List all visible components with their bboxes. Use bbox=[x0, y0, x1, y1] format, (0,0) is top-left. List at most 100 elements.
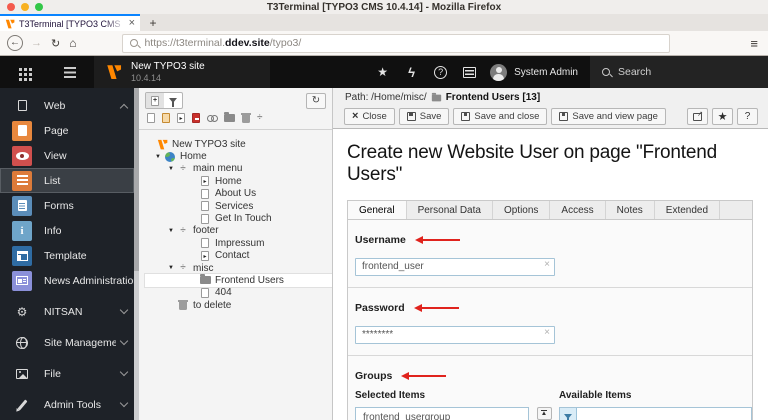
tab-extended[interactable]: Extended bbox=[655, 201, 721, 219]
typo3-favicon-icon bbox=[5, 19, 15, 28]
tree-node-404[interactable]: ▼ 404 bbox=[145, 287, 332, 299]
caret-icon[interactable]: ▼ bbox=[155, 154, 164, 160]
bookmarks-button[interactable]: ★ bbox=[368, 56, 397, 88]
refresh-tree-button[interactable]: ↻ bbox=[306, 92, 326, 109]
browser-toolbar: ← → ↻ ⌂ https://t3terminal.ddev.site/typ… bbox=[0, 31, 768, 56]
view-module-icon bbox=[12, 145, 32, 166]
tree-node-about-us[interactable]: ▼ About Us bbox=[145, 188, 332, 200]
close-button[interactable]: × Close bbox=[344, 108, 395, 125]
sidebar-section-file[interactable]: File bbox=[0, 361, 134, 386]
sidebar-item-page[interactable]: Page bbox=[0, 118, 134, 143]
tree-node-footer[interactable]: ▼ ÷ footer bbox=[145, 225, 332, 237]
tab-options[interactable]: Options bbox=[493, 201, 551, 219]
hamburger-menu-icon[interactable]: ≡ bbox=[750, 36, 761, 51]
caret-icon[interactable]: ▼ bbox=[168, 228, 177, 234]
tree-node-root[interactable]: ▼ New TYPO3 site bbox=[145, 138, 332, 150]
browser-window: T3Terminal [TYPO3 CMS 10.4.14] - Mozilla… bbox=[0, 0, 768, 420]
docheader: Path: /Home/misc/ Frontend Users [13] × … bbox=[333, 88, 768, 129]
tree-node-home-page[interactable]: ▼ Home bbox=[145, 175, 332, 187]
browser-tab[interactable]: T3Terminal [TYPO3 CMS × bbox=[0, 14, 140, 31]
tree-node-get-in-touch[interactable]: ▼ Get In Touch bbox=[145, 212, 332, 224]
list-icon bbox=[64, 66, 76, 78]
home-button[interactable]: ⌂ bbox=[69, 36, 76, 50]
tree-node-to-delete[interactable]: ▼ to delete bbox=[145, 299, 332, 311]
tab-general[interactable]: General bbox=[348, 201, 407, 219]
url-text: https://t3terminal.ddev.site/typo3/ bbox=[144, 37, 302, 49]
sidebar-section-web[interactable]: Web bbox=[0, 93, 134, 118]
clear-cache-button[interactable]: ϟ bbox=[397, 56, 426, 88]
new-tab-button[interactable]: + bbox=[140, 14, 166, 31]
sidebar-section-admin-tools[interactable]: Admin Tools bbox=[0, 392, 134, 417]
sidebar-section-nitsan[interactable]: ⚙ NITSAN bbox=[0, 299, 134, 324]
new-page-button[interactable] bbox=[146, 93, 164, 108]
drag-trash-icon[interactable] bbox=[241, 113, 251, 123]
back-button[interactable]: ← bbox=[7, 35, 23, 51]
sidebar-item-view[interactable]: View bbox=[0, 143, 134, 168]
typo3-logo-block[interactable]: New TYPO3 site 10.4.14 bbox=[94, 56, 270, 88]
tree-node-main-menu[interactable]: ▼ ÷ main menu bbox=[145, 163, 332, 175]
save-and-view-button[interactable]: Save and view page bbox=[551, 108, 666, 125]
tree-node-contact[interactable]: ▼ Contact bbox=[145, 250, 332, 262]
caret-icon[interactable]: ▼ bbox=[168, 265, 177, 271]
username-input[interactable] bbox=[355, 257, 555, 276]
tab-access[interactable]: Access bbox=[550, 201, 606, 219]
filter-input[interactable] bbox=[577, 408, 751, 420]
forward-button[interactable]: → bbox=[31, 37, 42, 49]
sidebar-item-template[interactable]: Template bbox=[0, 243, 134, 268]
url-bar[interactable]: https://t3terminal.ddev.site/typo3/ bbox=[122, 33, 671, 53]
docheader-help-button[interactable]: ? bbox=[737, 108, 758, 125]
close-window-button[interactable] bbox=[7, 3, 15, 11]
page-title: Create new Website User on page "Fronten… bbox=[347, 142, 717, 185]
modulemenu-scrollbar[interactable] bbox=[134, 88, 139, 420]
move-to-top-button[interactable]: ▲ bbox=[536, 407, 552, 420]
page-icon bbox=[201, 287, 209, 298]
tree-node-misc[interactable]: ▼ ÷ misc bbox=[145, 262, 332, 274]
caret-icon[interactable]: ▼ bbox=[168, 166, 177, 172]
window-controls[interactable] bbox=[7, 3, 43, 11]
drag-new-page-alt-icon[interactable] bbox=[162, 113, 170, 123]
pagetree-toggle-button[interactable] bbox=[46, 56, 94, 88]
sidebar-section-site-management[interactable]: Site Management bbox=[0, 330, 134, 355]
drag-new-page-icon[interactable] bbox=[147, 113, 155, 123]
drag-new-spacer-icon[interactable]: ÷ bbox=[257, 113, 263, 123]
list-item[interactable]: frontend_usergroup bbox=[356, 408, 528, 420]
open-in-new-window-button[interactable] bbox=[687, 108, 708, 125]
help-button[interactable]: ? bbox=[426, 56, 455, 88]
sidebar-item-info[interactable]: i Info bbox=[0, 218, 134, 243]
filter-tree-button[interactable] bbox=[164, 93, 182, 108]
tree-node-services[interactable]: ▼ Services bbox=[145, 200, 332, 212]
bookmark-button[interactable]: ★ bbox=[712, 108, 733, 125]
user-menu[interactable]: System Admin bbox=[484, 56, 590, 88]
filter-button[interactable] bbox=[560, 408, 577, 420]
sidebar-item-news-administration[interactable]: News Administration bbox=[0, 268, 134, 293]
drag-new-folder-icon[interactable] bbox=[224, 112, 235, 122]
list-module-icon bbox=[12, 170, 32, 191]
topbar-search[interactable]: Search bbox=[590, 56, 768, 88]
selected-items-listbox[interactable]: frontend_usergroup bbox=[355, 407, 529, 420]
systeminfo-button[interactable] bbox=[455, 56, 484, 88]
tree-node-frontend-users[interactable]: ▼ Frontend Users bbox=[145, 274, 332, 287]
sidebar-item-forms[interactable]: Forms bbox=[0, 193, 134, 218]
minimize-window-button[interactable] bbox=[21, 3, 29, 11]
tab-notes[interactable]: Notes bbox=[606, 201, 655, 219]
drag-new-shortcut-icon[interactable] bbox=[177, 113, 185, 123]
drag-new-restricted-icon[interactable] bbox=[192, 113, 200, 123]
tab-personal-data[interactable]: Personal Data bbox=[407, 201, 493, 219]
tab-close-icon[interactable]: × bbox=[129, 18, 135, 29]
tree-node-home[interactable]: ▼ Home bbox=[145, 150, 332, 162]
sidebar-item-list[interactable]: List bbox=[0, 168, 134, 193]
password-input[interactable] bbox=[355, 325, 555, 344]
save-button[interactable]: Save bbox=[398, 108, 450, 125]
funnel-icon bbox=[169, 98, 177, 107]
clear-input-icon[interactable]: × bbox=[544, 259, 550, 270]
tree-node-impressum[interactable]: ▼ Impressum bbox=[145, 237, 332, 249]
reload-button[interactable]: ↻ bbox=[51, 37, 60, 50]
clear-input-icon[interactable]: × bbox=[544, 327, 550, 338]
annotation-arrow bbox=[413, 304, 459, 312]
modulemenu-toggle-button[interactable] bbox=[0, 56, 46, 88]
available-items-filter bbox=[559, 407, 752, 420]
page-tree-panel: ↻ ÷ ▼ New TYPO3 site bbox=[139, 88, 333, 420]
save-and-close-button[interactable]: Save and close bbox=[453, 108, 548, 125]
drag-new-link-icon[interactable] bbox=[207, 115, 218, 122]
maximize-window-button[interactable] bbox=[35, 3, 43, 11]
